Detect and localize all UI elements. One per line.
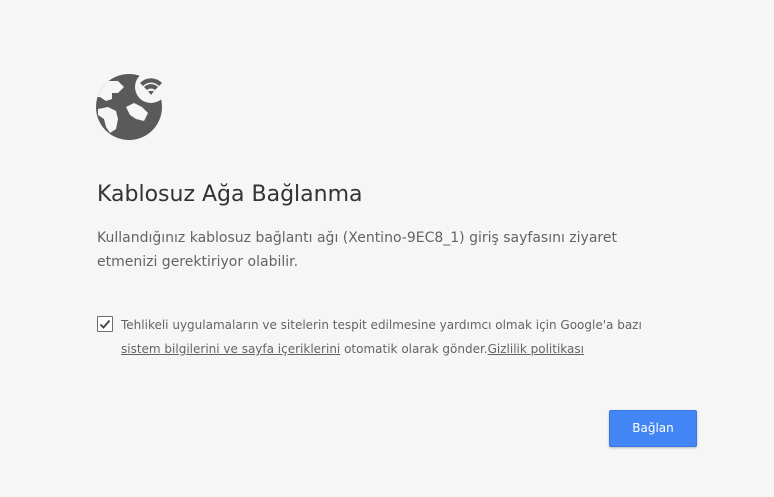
optin-text-middle: otomatik olarak gönder.: [340, 342, 488, 356]
captive-portal-interstitial: Kablosuz Ağa Bağlanma Kullandığınız kabl…: [0, 0, 774, 497]
privacy-policy-link[interactable]: Gizlilik politikası: [488, 342, 584, 356]
globe-wifi-icon: [96, 73, 167, 140]
connect-button[interactable]: Bağlan: [609, 410, 697, 447]
checkmark-icon: [99, 319, 111, 329]
optin-checkbox[interactable]: [97, 316, 113, 332]
system-info-link[interactable]: sistem bilgilerini ve sayfa içeriklerini: [121, 342, 340, 356]
page-description: Kullandığınız kablosuz bağlantı ağı (Xen…: [97, 230, 617, 270]
optin-label: Tehlikeli uygulamaların ve sitelerin tes…: [121, 313, 677, 361]
optin-text-before: Tehlikeli uygulamaların ve sitelerin tes…: [121, 318, 642, 332]
page-title: Kablosuz Ağa Bağlanma: [97, 182, 363, 207]
